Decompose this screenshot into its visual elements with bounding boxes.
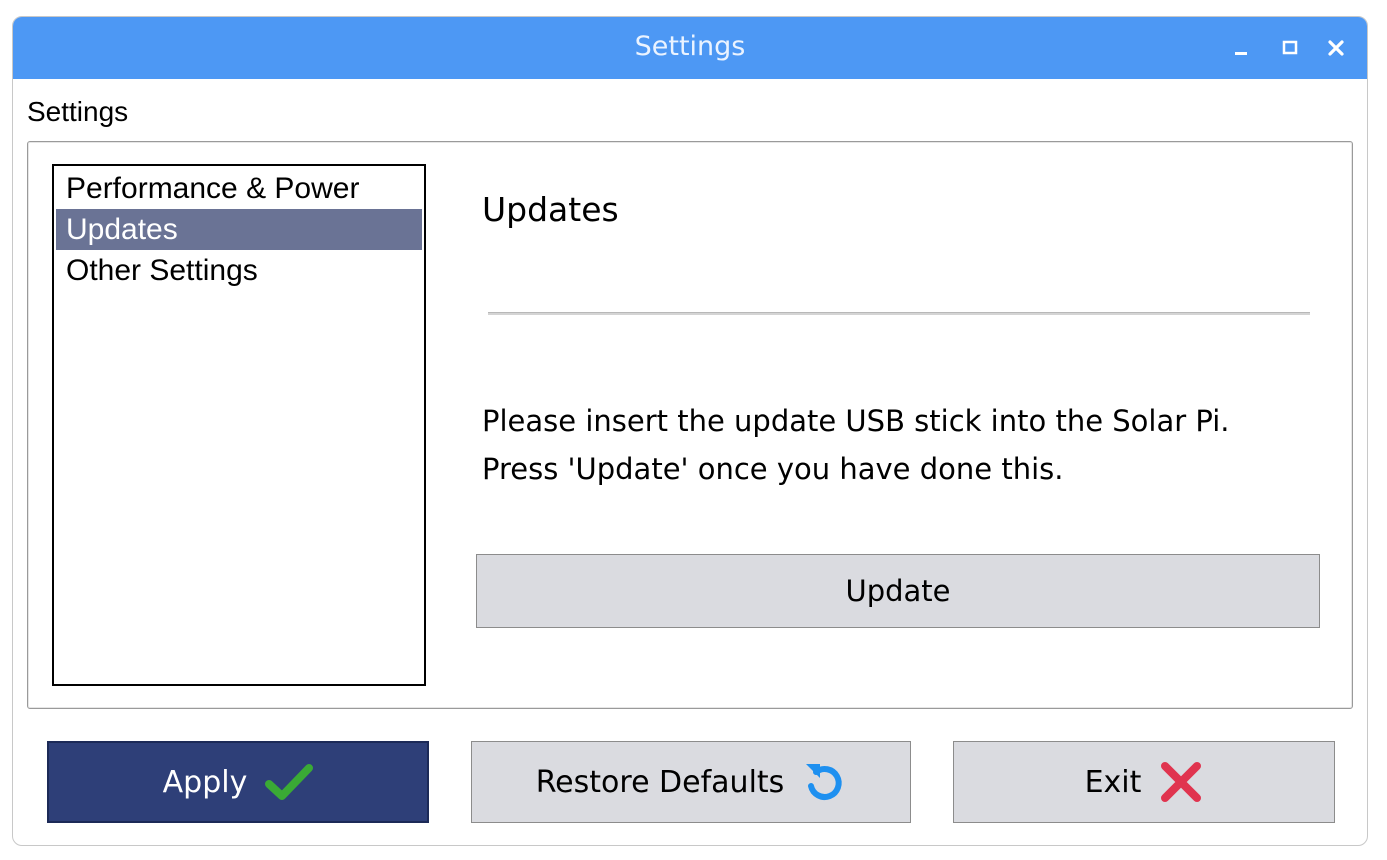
exit-button[interactable]: Exit [953,741,1335,823]
page-title: Updates [482,190,619,229]
update-button[interactable]: Update [476,554,1320,628]
window-title: Settings [634,31,746,62]
minimize-icon[interactable] [1229,35,1255,61]
apply-button[interactable]: Apply [47,741,429,823]
settings-window: Settings Settings Performance & Power Up… [12,16,1368,846]
restore-defaults-label: Restore Defaults [535,764,785,800]
maximize-icon[interactable] [1277,35,1303,61]
settings-frame: Performance & Power Updates Other Settin… [27,141,1353,709]
list-item-performance-power[interactable]: Performance & Power [56,168,422,209]
list-item-updates[interactable]: Updates [56,209,422,250]
list-item-other-settings[interactable]: Other Settings [56,250,422,291]
update-instruction-line1: Please insert the update USB stick into … [482,404,1230,438]
separator [488,312,1310,315]
settings-category-list[interactable]: Performance & Power Updates Other Settin… [52,164,426,686]
restore-defaults-button[interactable]: Restore Defaults [471,741,911,823]
checkmark-icon [265,762,314,802]
close-icon[interactable] [1323,35,1349,61]
section-label: Settings [27,96,129,127]
x-icon [1159,760,1203,804]
title-bar[interactable]: Settings [13,17,1367,79]
update-instruction-line2: Press 'Update' once you have done this. [482,452,1064,486]
exit-button-label: Exit [1084,764,1142,800]
apply-button-label: Apply [162,764,248,800]
restore-icon [802,758,846,806]
